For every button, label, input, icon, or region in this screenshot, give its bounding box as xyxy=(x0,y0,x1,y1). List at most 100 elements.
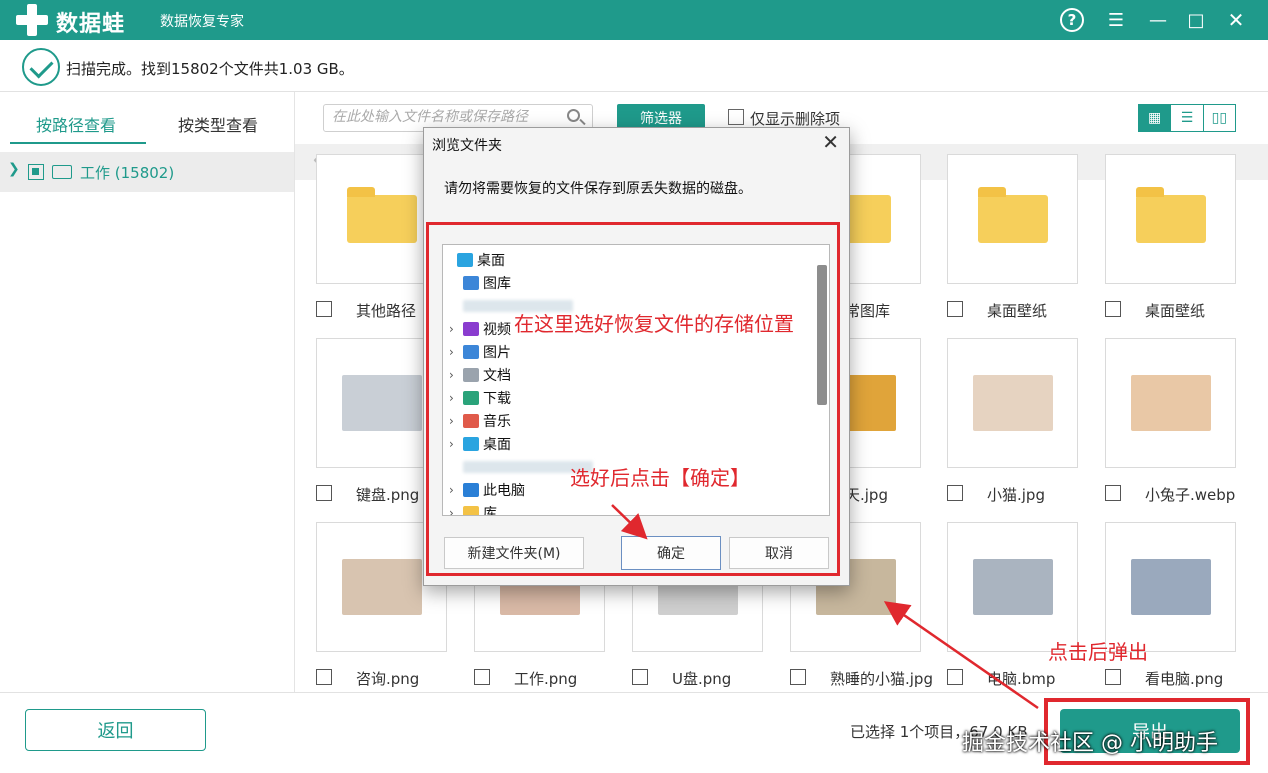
file-tile[interactable] xyxy=(1105,338,1236,468)
tree-scrollbar[interactable] xyxy=(817,265,827,405)
chevron-right-icon[interactable]: › xyxy=(449,414,463,428)
folder-icon xyxy=(463,391,479,405)
file-checkbox[interactable] xyxy=(474,669,490,685)
folder-tree-label: 桌面 xyxy=(477,253,505,269)
file-checkbox[interactable] xyxy=(1105,301,1121,317)
ok-button[interactable]: 确定 xyxy=(621,536,721,570)
menu-icon[interactable]: ☰ xyxy=(1102,6,1130,34)
detail-view-icon[interactable]: ▯▯ xyxy=(1204,105,1235,131)
scan-status-bar: 扫描完成。找到15802个文件共1.03 GB。 xyxy=(0,40,1268,92)
folder-icon xyxy=(463,483,479,497)
annotation-popup-after-click: 点击后弹出 xyxy=(1048,640,1148,664)
chevron-right-icon[interactable]: › xyxy=(449,345,463,359)
folder-tree-item[interactable]: 桌面 xyxy=(443,249,505,271)
file-tile[interactable] xyxy=(947,154,1078,284)
folder-tree-item[interactable]: › 此电脑 xyxy=(449,479,525,501)
grid-view-icon[interactable]: ▦ xyxy=(1139,105,1172,131)
tree-item-checkbox[interactable] xyxy=(28,164,44,180)
file-checkbox[interactable] xyxy=(316,669,332,685)
file-tile[interactable] xyxy=(947,522,1078,652)
tab-by-type[interactable]: 按类型查看 xyxy=(178,112,258,136)
file-name: 桌面壁纸 xyxy=(1145,302,1206,320)
file-checkbox[interactable] xyxy=(316,301,332,317)
folder-icon xyxy=(463,368,479,382)
new-folder-button[interactable]: 新建文件夹(M) xyxy=(444,537,584,569)
search-icon[interactable] xyxy=(567,109,580,122)
chevron-right-icon[interactable]: › xyxy=(449,322,463,336)
folder-tree-label: 下载 xyxy=(483,391,511,407)
only-deleted-checkbox[interactable] xyxy=(728,109,744,125)
minimize-icon[interactable]: — xyxy=(1144,6,1172,34)
folder-tree-item[interactable]: › 桌面 xyxy=(449,433,511,455)
cancel-button[interactable]: 取消 xyxy=(729,537,829,569)
file-name: 电脑.bmp xyxy=(987,670,1056,688)
folder-icon xyxy=(1135,187,1206,243)
folder-icon xyxy=(457,253,473,267)
dialog-close-icon[interactable]: ✕ xyxy=(822,130,839,154)
file-checkbox[interactable] xyxy=(947,669,963,685)
chevron-right-icon[interactable]: ❯ xyxy=(8,161,20,177)
chevron-right-icon[interactable]: › xyxy=(449,437,463,451)
folder-icon xyxy=(977,187,1048,243)
file-name: 其他路径 xyxy=(356,302,417,320)
folder-tree-label: 图片 xyxy=(483,345,511,361)
folder-tree-item[interactable]: › 图片 xyxy=(449,341,511,363)
folder-tree-label: 库 xyxy=(483,506,497,516)
file-name: 熟睡的小猫.jpg xyxy=(830,670,933,688)
active-tab-indicator xyxy=(10,142,146,144)
file-tile[interactable] xyxy=(1105,522,1236,652)
file-checkbox[interactable] xyxy=(947,485,963,501)
search-input[interactable] xyxy=(332,109,562,125)
back-button[interactable]: 返回 xyxy=(25,709,206,751)
file-checkbox[interactable] xyxy=(790,669,806,685)
maximize-icon[interactable]: □ xyxy=(1182,6,1210,34)
folder-tree-label: 文档 xyxy=(483,368,511,384)
tree-item-work[interactable]: ❯ 工作 (15802) xyxy=(0,152,294,192)
bottom-bar: 返回 已选择 1个项目，67.0 KB 导出 掘金技术社区 @ 小明助手 xyxy=(0,692,1268,773)
close-icon[interactable]: ✕ xyxy=(1222,6,1250,34)
chevron-right-icon[interactable]: › xyxy=(449,391,463,405)
watermark: 掘金技术社区 @ 小明助手 xyxy=(962,731,1218,756)
file-checkbox[interactable] xyxy=(632,669,648,685)
file-checkbox[interactable] xyxy=(316,485,332,501)
folder-icon xyxy=(346,187,417,243)
folder-icon xyxy=(463,276,479,290)
folder-icon xyxy=(463,345,479,359)
image-thumbnail xyxy=(1130,375,1211,431)
tab-by-path[interactable]: 按路径查看 xyxy=(36,112,116,136)
title-bar: 数据蛙 数据恢复专家 ? ☰ — □ ✕ xyxy=(0,0,1268,40)
list-view-icon[interactable]: ☰ xyxy=(1171,105,1204,131)
folder-tree-label: 此电脑 xyxy=(483,483,525,499)
chevron-right-icon[interactable]: › xyxy=(449,483,463,497)
folder-tree-item[interactable]: › 音乐 xyxy=(449,410,511,432)
dialog-message: 请勿将需要恢复的文件保存到原丢失数据的磁盘。 xyxy=(444,181,752,197)
file-tile[interactable] xyxy=(947,338,1078,468)
file-name: 咨询.png xyxy=(356,670,420,688)
image-thumbnail xyxy=(972,375,1053,431)
chevron-right-icon[interactable]: › xyxy=(449,506,463,515)
view-mode-toggle: ▦ ☰ ▯▯ xyxy=(1138,104,1236,132)
folder-tree-item[interactable]: › 下载 xyxy=(449,387,511,409)
folder-tree-item[interactable]: 图库 xyxy=(449,272,511,294)
drive-icon xyxy=(52,165,72,179)
file-checkbox[interactable] xyxy=(1105,485,1121,501)
help-icon[interactable]: ? xyxy=(1060,8,1084,32)
annotation-click-ok: 选好后点击【确定】 xyxy=(570,466,750,490)
folder-tree-item[interactable]: › 视频 xyxy=(449,318,511,340)
folder-tree-item[interactable]: › 文档 xyxy=(449,364,511,386)
image-thumbnail xyxy=(1130,559,1211,615)
folder-icon xyxy=(463,322,479,336)
sidebar: 按路径查看 按类型查看 ❯ 工作 (15802) xyxy=(0,92,295,692)
folder-icon xyxy=(463,506,479,515)
dialog-title: 浏览文件夹 xyxy=(432,138,502,154)
file-name: 键盘.png xyxy=(356,486,420,504)
file-checkbox[interactable] xyxy=(947,301,963,317)
file-name: 小猫.jpg xyxy=(987,486,1045,504)
tree-item-label: 工作 (15802) xyxy=(80,164,175,182)
folder-tree-item[interactable]: › 库 xyxy=(449,502,497,516)
file-tile[interactable] xyxy=(1105,154,1236,284)
annotation-choose-location: 在这里选好恢复文件的存储位置 xyxy=(514,312,794,336)
file-checkbox[interactable] xyxy=(1105,669,1121,685)
chevron-right-icon[interactable]: › xyxy=(449,368,463,382)
folder-tree-label: 图库 xyxy=(483,276,511,292)
